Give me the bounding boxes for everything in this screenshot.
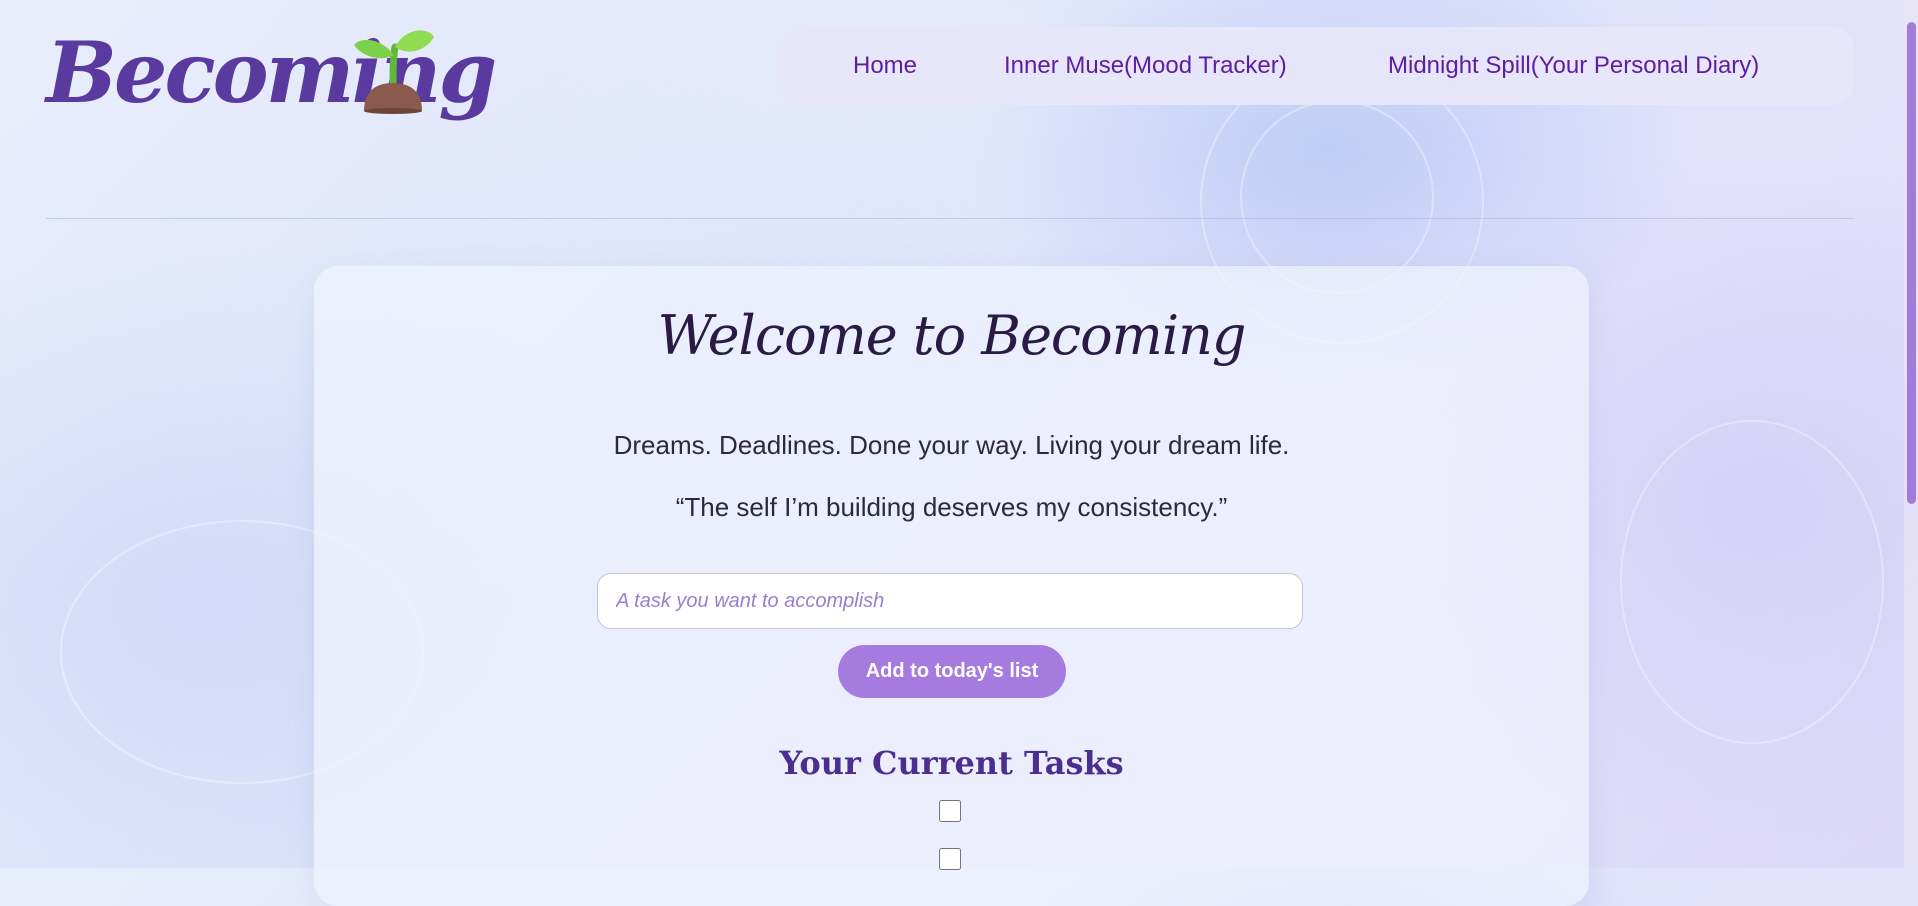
tasks-heading: Your Current Tasks [779, 744, 1124, 782]
quote: “The self I’m building deserves my consi… [675, 492, 1228, 522]
seedling-icon [354, 30, 434, 114]
page-title: Welcome to Becoming [657, 304, 1247, 367]
welcome-card: Welcome to Becoming Dreams. Deadlines. D… [314, 266, 1589, 906]
task-input[interactable] [597, 573, 1303, 629]
site-header: Becoming Home Inner Muse(Mood Tracker) M… [0, 0, 1918, 220]
task-checkbox[interactable] [939, 848, 961, 870]
page-scrollbar[interactable] [1904, 0, 1918, 868]
task-checkbox[interactable] [939, 800, 961, 822]
nav-inner-muse[interactable]: Inner Muse(Mood Tracker) [1004, 52, 1287, 80]
add-task-button[interactable]: Add to today's list [838, 645, 1066, 698]
scrollbar-thumb[interactable] [1907, 22, 1916, 504]
nav-home[interactable]: Home [853, 52, 917, 80]
main-nav: Home Inner Muse(Mood Tracker) Midnight S… [780, 27, 1854, 105]
nav-midnight-spill[interactable]: Midnight Spill(Your Personal Diary) [1388, 52, 1759, 80]
header-divider [46, 218, 1854, 219]
tagline: Dreams. Deadlines. Done your way. Living… [613, 430, 1290, 460]
